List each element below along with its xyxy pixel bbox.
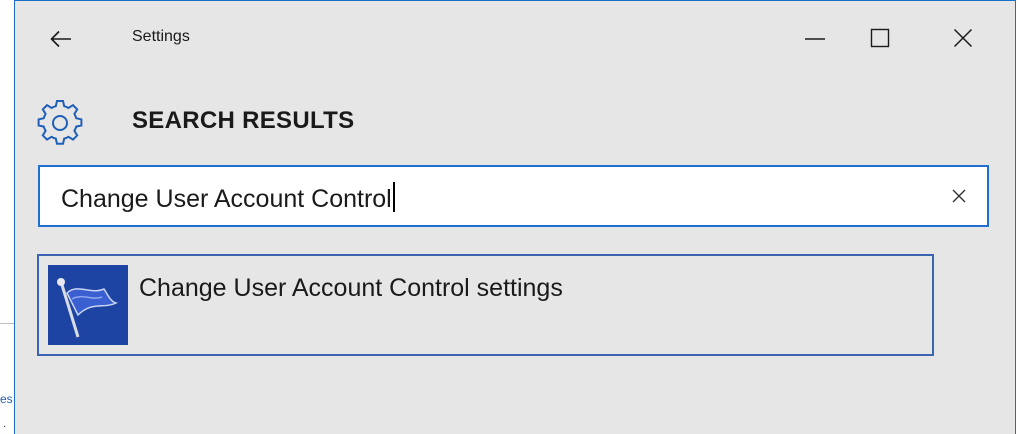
window-title: Settings <box>132 28 190 45</box>
clear-search-button[interactable] <box>941 179 977 213</box>
minimize-button[interactable] <box>790 15 840 61</box>
search-result-item[interactable]: Change User Account Control settings <box>37 254 934 356</box>
close-icon <box>953 28 973 48</box>
uac-flag-icon <box>48 265 128 345</box>
maximize-button[interactable] <box>855 15 905 61</box>
background-window: es . <box>0 0 14 434</box>
settings-window: Settings SEARCH RESULTS Change User Acco… <box>14 0 1016 434</box>
search-result-label: Change User Account Control settings <box>139 274 563 302</box>
search-input-value: Change User Account Control <box>61 185 392 213</box>
clear-icon <box>952 189 966 203</box>
page-header: SEARCH RESULTS <box>15 89 1015 149</box>
minimize-icon <box>805 38 825 40</box>
maximize-icon <box>870 28 890 48</box>
background-text-fragment: . <box>3 418 7 430</box>
close-button[interactable] <box>938 15 988 61</box>
text-caret <box>392 182 395 212</box>
title-bar: Settings <box>15 1 1015 79</box>
back-button[interactable] <box>41 21 81 57</box>
page-title: SEARCH RESULTS <box>132 107 355 134</box>
gear-icon <box>37 100 83 145</box>
search-input[interactable]: Change User Account Control <box>61 182 395 214</box>
background-divider <box>0 323 14 324</box>
background-link-fragment[interactable]: es <box>0 392 14 406</box>
back-arrow-icon <box>50 30 71 48</box>
search-box[interactable]: Change User Account Control <box>38 165 989 227</box>
